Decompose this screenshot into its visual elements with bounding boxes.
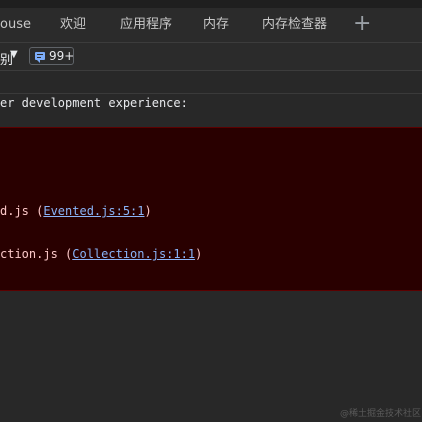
window-top-edge [0, 0, 422, 8]
console-output[interactable]: er development experience: d.js (Evented… [0, 71, 422, 422]
stack-frame-close: ) [144, 204, 152, 218]
console-toolbar: 别 ▼ 99+ [0, 43, 422, 71]
stack-frame: ction.js (Collection.js:1:1) [0, 247, 202, 261]
stack-frame-file: d.js ( [0, 204, 44, 218]
message-icon [35, 52, 45, 63]
devtools-tab-bar: ouse 欢迎 应用程序 内存 内存检查器 + [0, 8, 422, 43]
issues-count: 99+ [49, 49, 75, 63]
console-message: er development experience: [0, 96, 188, 110]
tab-application[interactable]: 应用程序 [120, 8, 172, 42]
stack-frame-close: ) [195, 247, 203, 261]
devtools-window: ouse 欢迎 应用程序 内存 内存检查器 + 别 ▼ 99+ er devel… [0, 0, 422, 422]
source-link[interactable]: Collection.js:1:1 [72, 247, 195, 261]
add-tab-icon[interactable]: + [353, 8, 371, 42]
tab-lighthouse[interactable]: ouse [0, 8, 31, 42]
tab-welcome[interactable]: 欢迎 [60, 8, 86, 42]
source-link[interactable]: Evented.js:5:1 [43, 204, 144, 218]
tab-memory[interactable]: 内存 [203, 8, 229, 42]
tab-memory-inspector[interactable]: 内存检查器 [262, 8, 327, 42]
error-message: d.js (Evented.js:5:1) ction.js (Collecti… [0, 127, 422, 291]
message-divider [0, 93, 422, 94]
watermark: @稀土掘金技术社区 [340, 409, 422, 419]
chevron-down-icon[interactable]: ▼ [10, 49, 18, 60]
stack-frame-file: ction.js ( [0, 247, 73, 261]
stack-frame: d.js (Evented.js:5:1) [0, 204, 152, 218]
issues-button[interactable]: 99+ [29, 47, 74, 65]
